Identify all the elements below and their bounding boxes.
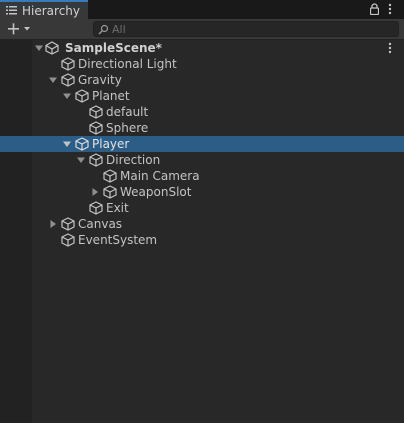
gameobject-cube-icon [61,57,75,71]
hierarchy-row[interactable]: Directional Light [0,56,404,72]
gameobject-cube-icon [61,217,75,231]
hierarchy-row[interactable]: Canvas [0,216,404,232]
gameobject-cube-icon [75,137,89,151]
gameobject-cube-icon [89,153,103,167]
hierarchy-row[interactable]: Gravity [0,72,404,88]
hierarchy-row[interactable]: Direction [0,152,404,168]
hierarchy-row[interactable]: EventSystem [0,232,404,248]
gameobject-cube-icon [89,201,103,215]
lock-icon[interactable] [370,3,379,15]
object-label: default [106,105,149,119]
collapsed-arrow-icon[interactable] [49,220,57,228]
expanded-arrow-icon[interactable] [63,140,71,148]
gameobject-cube-icon [61,233,75,247]
search-input[interactable] [112,22,392,36]
tab-hierarchy[interactable]: Hierarchy [0,0,88,19]
list-icon [6,6,17,15]
gameobject-cube-icon [61,73,75,87]
hierarchy-row[interactable]: default [0,104,404,120]
unity-scene-icon [45,41,59,55]
object-label: Player [92,137,130,151]
window-menu-icon[interactable] [387,3,393,15]
collapsed-arrow-icon[interactable] [91,188,99,196]
gameobject-cube-icon [103,169,117,183]
expanded-arrow-icon[interactable] [49,76,57,84]
gameobject-cube-icon [89,121,103,135]
search-icon [98,24,109,35]
tab-title: Hierarchy [22,4,81,18]
hierarchy-row-selected[interactable]: Player [0,136,404,152]
scene-name: SampleScene* [65,41,162,55]
object-label: Canvas [78,217,123,231]
hierarchy-row[interactable]: Exit [0,200,404,216]
object-label: Directional Light [78,57,177,71]
object-label: Direction [106,153,161,167]
hierarchy-row[interactable]: WeaponSlot [0,184,404,200]
hierarchy-row[interactable]: Sphere [0,120,404,136]
scene-row[interactable]: SampleScene* [0,40,404,56]
object-label: WeaponSlot [120,185,192,199]
expanded-arrow-icon[interactable] [77,156,85,164]
hierarchy-row[interactable]: Main Camera [0,168,404,184]
expanded-arrow-icon[interactable] [63,92,71,100]
object-label: Sphere [106,121,149,135]
object-label: Planet [92,89,130,103]
hierarchy-row[interactable]: Planet [0,88,404,104]
object-label: Exit [106,201,129,215]
window-tab-bar: Hierarchy [0,0,404,19]
add-object-button[interactable] [4,21,34,37]
gameobject-cube-icon [89,105,103,119]
object-label: EventSystem [78,233,158,247]
hierarchy-toolbar [0,19,404,40]
expanded-arrow-icon[interactable] [35,44,43,52]
gameobject-cube-icon [103,185,117,199]
gameobject-cube-icon [75,89,89,103]
search-field[interactable] [93,21,399,37]
scene-menu-icon[interactable] [387,42,393,54]
object-label: Gravity [78,73,122,87]
object-label: Main Camera [120,169,200,183]
